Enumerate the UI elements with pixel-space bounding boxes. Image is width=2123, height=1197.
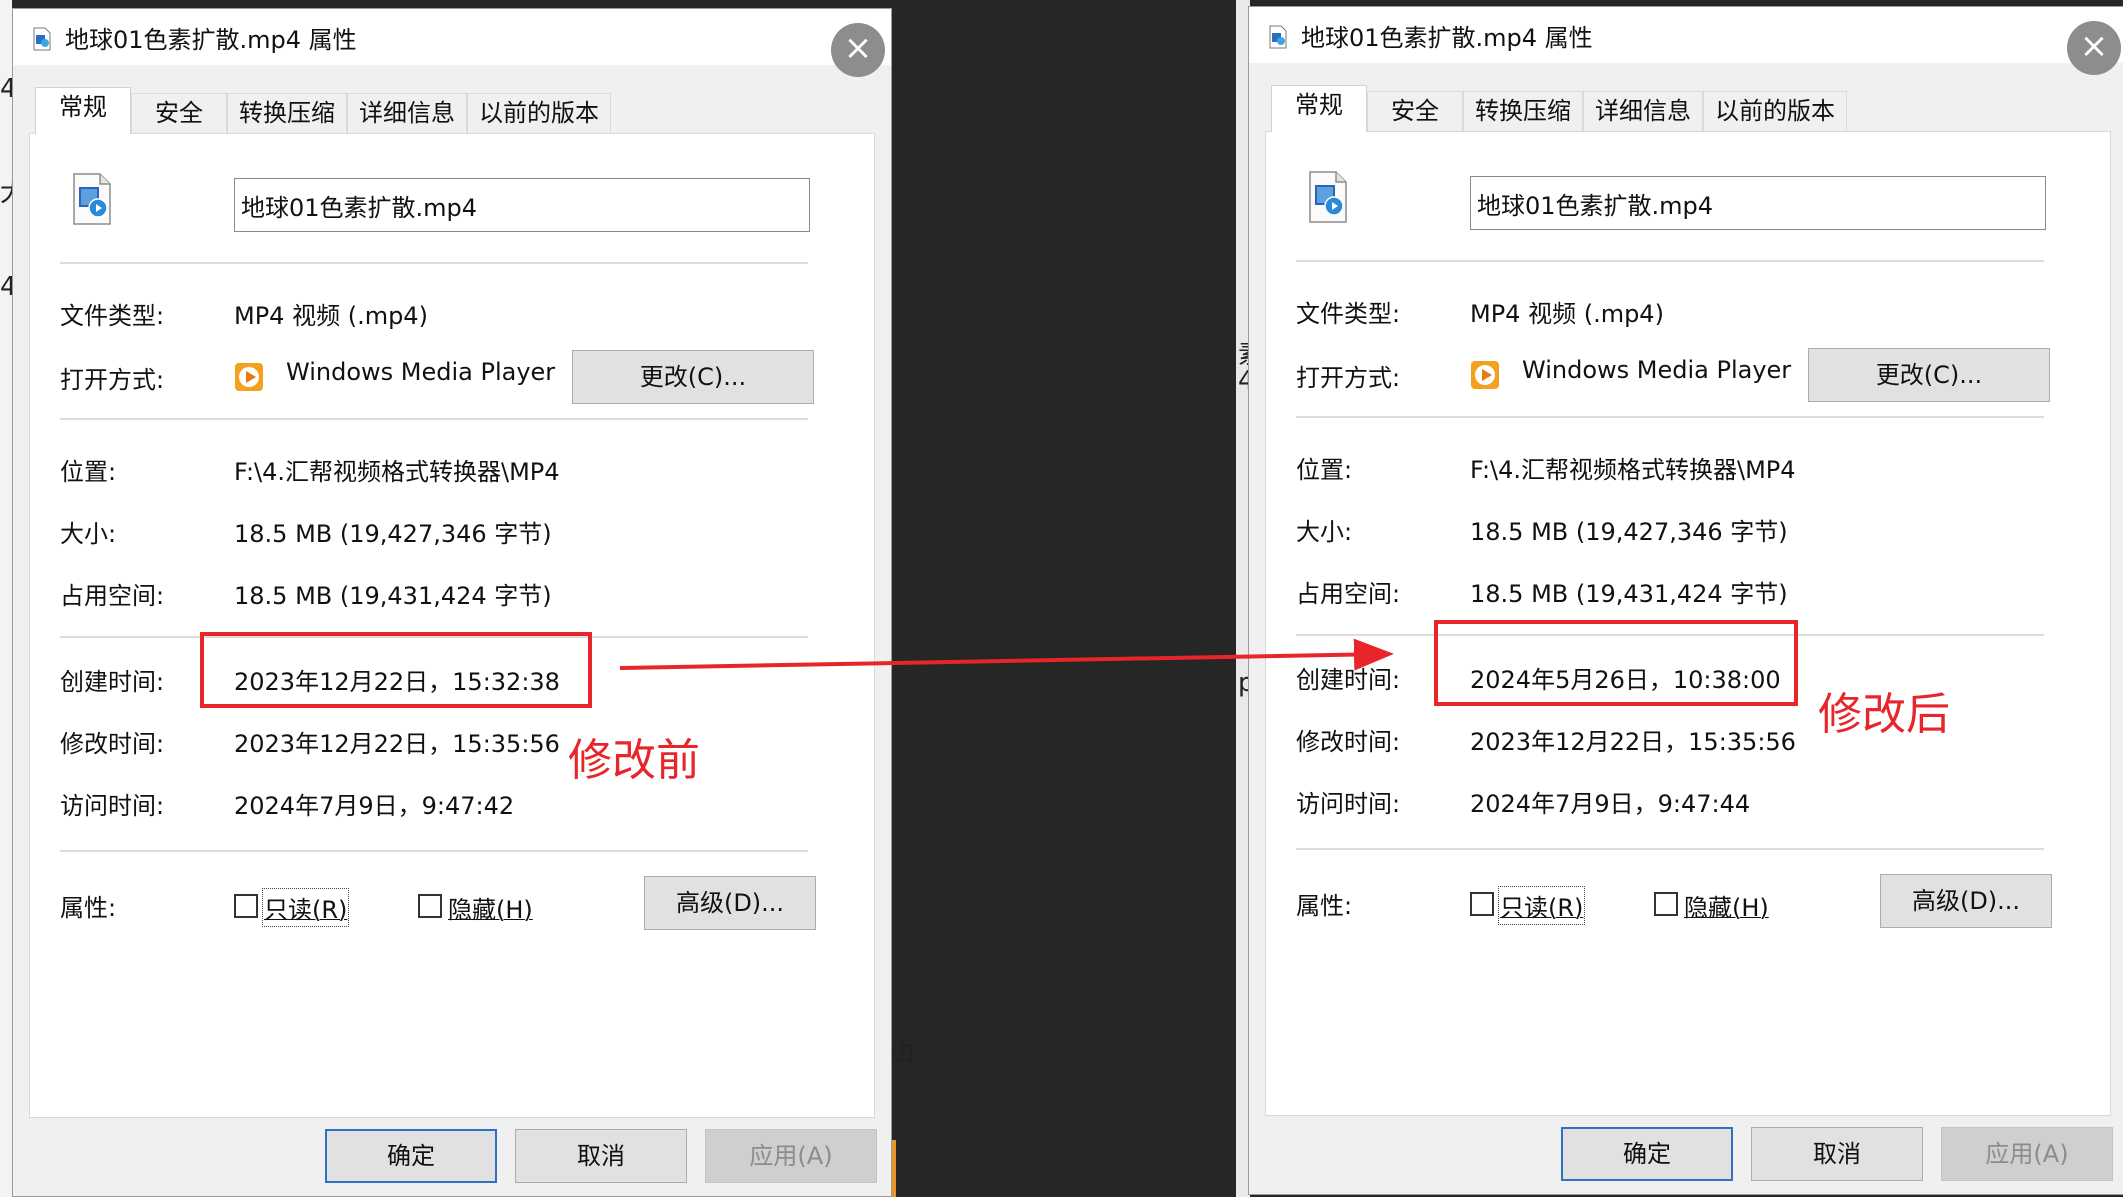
tab-general[interactable]: 常规	[1271, 85, 1367, 132]
tab-general[interactable]: 常规	[35, 87, 131, 134]
arrow-annotation	[619, 638, 1394, 671]
